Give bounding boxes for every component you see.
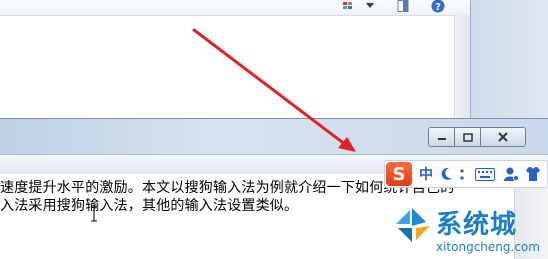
sogou-logo-letter: S [392, 163, 406, 185]
chevron-down-icon [366, 3, 374, 8]
soft-keyboard-button[interactable] [473, 165, 497, 183]
user-center-button[interactable] [501, 165, 521, 183]
skin-icon [526, 167, 540, 181]
svg-text:?: ? [435, 2, 441, 13]
watermark: 系统城 xitongcheng.com [392, 202, 548, 258]
ime-mode-toggle[interactable]: 中 [417, 165, 435, 183]
background-scrollbar[interactable] [454, 15, 471, 118]
preview-pane-icon [397, 0, 409, 12]
sogou-logo-button[interactable]: S [386, 162, 412, 186]
moon-icon [441, 167, 452, 180]
minimize-icon [437, 138, 446, 140]
view-toggle-button[interactable] [340, 0, 356, 12]
help-icon: ? [431, 0, 445, 13]
help-button[interactable]: ? [430, 0, 446, 13]
punctuation-toggle[interactable] [457, 165, 471, 183]
maximize-icon [462, 132, 473, 142]
punctuation-icon [460, 169, 464, 180]
user-icon [504, 167, 519, 181]
preview-pane-button[interactable] [395, 0, 411, 12]
xitongcheng-logo-icon [396, 208, 430, 242]
watermark-title: 系统城 [436, 210, 518, 240]
document-line-2: 入法采用搜狗输入法，其他的输入法设置类似。 [0, 198, 299, 214]
background-window-frame [470, 0, 548, 118]
dropdown-button[interactable] [362, 0, 378, 12]
watermark-url: xitongcheng.com [436, 240, 540, 254]
minimize-button[interactable] [429, 128, 455, 146]
keyboard-icon [475, 167, 495, 181]
fullwidth-toggle[interactable] [439, 165, 455, 183]
background-window: ? [0, 0, 548, 118]
text-cursor-icon [91, 206, 97, 222]
close-button[interactable] [481, 128, 525, 146]
grid-view-icon [343, 2, 352, 9]
background-toolbar: ? [0, 0, 470, 16]
ime-status-bar: S 中 [384, 160, 548, 188]
caption-buttons [428, 127, 526, 147]
close-icon [498, 132, 508, 142]
skin-button[interactable] [523, 165, 543, 183]
maximize-button[interactable] [455, 128, 481, 146]
